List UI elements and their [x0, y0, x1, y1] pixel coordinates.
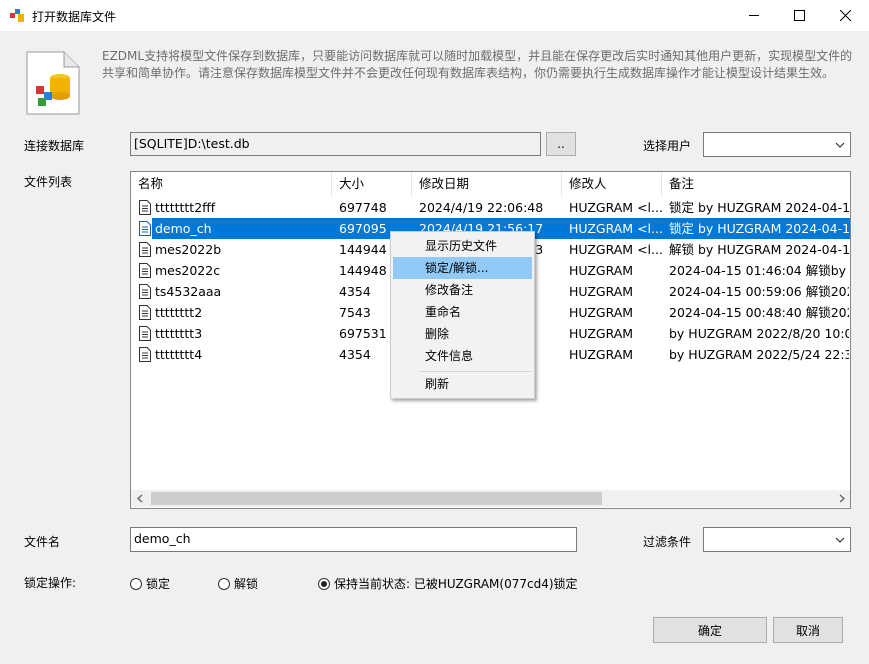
- menu-item-rename[interactable]: 重命名: [393, 301, 532, 323]
- menu-separator: [419, 371, 531, 372]
- close-button[interactable]: [822, 0, 868, 31]
- cell-date: 2024/4/19 22:06:48: [419, 200, 544, 215]
- select-user-label: 选择用户: [643, 139, 692, 153]
- cell-note: 2024-04-15 00:48:40 解锁2024-0: [669, 305, 849, 320]
- minimize-button[interactable]: [731, 0, 777, 31]
- connect-db-field[interactable]: [SQLITE]D:\test.db: [130, 132, 541, 156]
- cell-user: HUZGRAM <l...: [569, 242, 663, 257]
- file-icon: [139, 284, 151, 299]
- menu-item-edit-note[interactable]: 修改备注: [393, 279, 532, 301]
- menu-item-refresh[interactable]: 刷新: [393, 373, 532, 395]
- select-user-combo[interactable]: [703, 132, 851, 157]
- cell-note: 2024-04-15 01:46:04 解锁by HU: [669, 263, 849, 278]
- file-icon: [139, 263, 151, 278]
- menu-item-show-history[interactable]: 显示历史文件: [393, 235, 532, 257]
- minimize-icon: [748, 15, 759, 16]
- file-list-label: 文件列表: [24, 175, 73, 189]
- menu-item-delete[interactable]: 删除: [393, 323, 532, 345]
- file-icon: [139, 200, 151, 215]
- column-header-name[interactable]: 名称: [131, 172, 332, 196]
- cell-name: mes2022b: [155, 242, 222, 257]
- cell-note: by HUZGRAM 2022/8/20 10:08:: [669, 326, 849, 341]
- lock-operation-label: 锁定操作:: [24, 576, 77, 590]
- file-list-header: 名称 大小 修改日期 修改人 备注: [131, 172, 850, 196]
- radio-lock-label: 锁定: [146, 577, 171, 591]
- cell-note: by HUZGRAM 2022/5/24 22:37:: [669, 347, 849, 362]
- app-icon: [10, 9, 24, 22]
- radio-circle-selected: [318, 577, 330, 590]
- column-header-note[interactable]: 备注: [662, 172, 850, 196]
- file-icon: [139, 347, 151, 362]
- column-header-date[interactable]: 修改日期: [412, 172, 562, 196]
- database-file-icon: [26, 51, 80, 115]
- cell-user: HUZGRAM: [569, 284, 634, 299]
- cell-name: ts4532aaa: [155, 284, 222, 299]
- cell-note: 2024-04-15 00:59:06 解锁2024-0: [669, 284, 849, 299]
- scroll-right-icon[interactable]: [838, 494, 846, 503]
- chevron-down-icon: [835, 142, 845, 148]
- file-icon: [139, 326, 151, 341]
- cell-name: mes2022c: [155, 263, 221, 278]
- cell-name: tttttttt3: [155, 326, 203, 341]
- maximize-icon: [793, 10, 805, 21]
- menu-item-lock-unlock[interactable]: 锁定/解锁...: [393, 257, 532, 279]
- horizontal-scrollbar[interactable]: [131, 490, 850, 507]
- maximize-button[interactable]: [776, 0, 822, 31]
- cell-note: 解锁 by HUZGRAM 2024-04-15: [669, 242, 849, 257]
- cell-name: demo_ch: [155, 221, 212, 236]
- column-header-user[interactable]: 修改人: [562, 172, 662, 196]
- ok-button[interactable]: 确定: [653, 617, 767, 643]
- window-title: 打开数据库文件: [32, 10, 117, 24]
- file-icon: [139, 305, 151, 320]
- menu-item-file-info[interactable]: 文件信息: [393, 345, 532, 367]
- radio-circle: [130, 577, 142, 590]
- close-icon: [839, 10, 851, 21]
- radio-unlock[interactable]: 解锁: [218, 575, 258, 592]
- cell-note: 锁定 by HUZGRAM 2024-04-19: [669, 200, 849, 215]
- cell-note: 锁定 by HUZGRAM 2024-04-19: [669, 221, 849, 236]
- cell-name: tttttttt2fff: [155, 200, 216, 215]
- file-icon: [139, 242, 151, 257]
- radio-keep-state[interactable]: 保持当前状态: 已被HUZGRAM(077cd4)锁定: [318, 575, 578, 592]
- chevron-down-icon: [835, 537, 845, 543]
- cell-user: HUZGRAM: [569, 263, 634, 278]
- cell-size: 697748: [339, 200, 387, 215]
- radio-keep-label: 保持当前状态: 已被HUZGRAM(077cd4)锁定: [334, 577, 578, 591]
- filter-combo[interactable]: [703, 527, 851, 552]
- scroll-left-icon[interactable]: [136, 494, 144, 503]
- cell-name: tttttttt4: [155, 347, 203, 362]
- connect-db-label: 连接数据库: [24, 139, 85, 153]
- cell-user: HUZGRAM <l...: [569, 221, 663, 236]
- radio-circle: [218, 577, 230, 590]
- cell-user: HUZGRAM: [569, 305, 634, 320]
- description-text: EZDML支持将模型文件保存到数据库，只要能访问数据库就可以随时加载模型，并且能…: [102, 49, 853, 80]
- scrollbar-thumb[interactable]: [151, 492, 602, 505]
- cell-user: HUZGRAM: [569, 347, 634, 362]
- cell-name: tttttttt2: [155, 305, 203, 320]
- cancel-button[interactable]: 取消: [773, 617, 843, 643]
- table-row[interactable]: tttttttt2fff 697748 2024/4/19 22:06:48 HUZG…: [131, 197, 850, 218]
- cell-user: HUZGRAM: [569, 326, 634, 341]
- filter-label: 过滤条件: [643, 535, 692, 549]
- filename-input[interactable]: demo_ch: [130, 527, 577, 552]
- radio-unlock-label: 解锁: [234, 577, 259, 591]
- title-bar: 打开数据库文件: [0, 0, 869, 31]
- cell-user: HUZGRAM <l...: [569, 200, 663, 215]
- filename-label: 文件名: [24, 535, 61, 549]
- radio-lock[interactable]: 锁定: [130, 575, 170, 592]
- context-menu: 显示历史文件 锁定/解锁... 修改备注 重命名 删除 文件信息 刷新: [390, 231, 535, 399]
- browse-db-button[interactable]: ..: [546, 132, 576, 156]
- file-icon: [139, 221, 151, 236]
- column-header-size[interactable]: 大小: [332, 172, 412, 196]
